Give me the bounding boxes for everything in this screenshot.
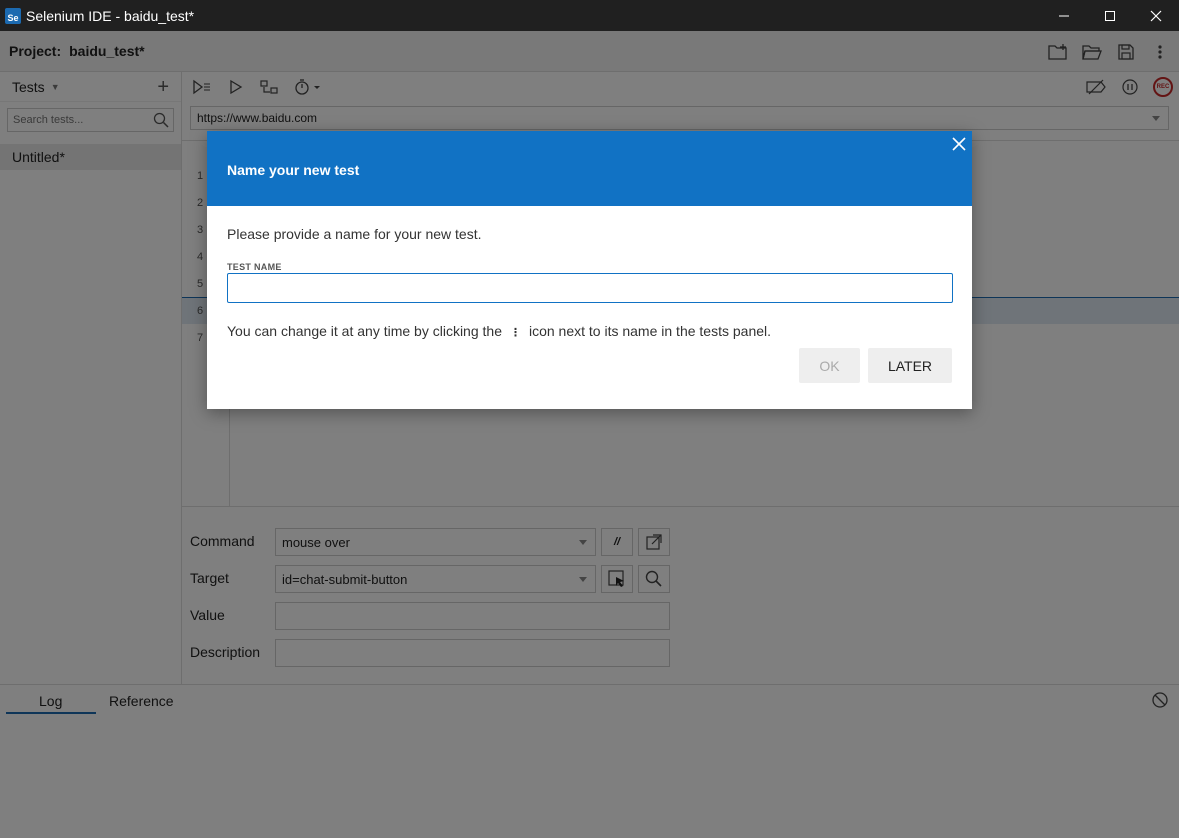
title-bar: Se Selenium IDE - baidu_test* xyxy=(0,0,1179,31)
test-name-label: TEST NAME xyxy=(227,262,282,272)
ok-button[interactable]: OK xyxy=(799,348,860,383)
dialog-prompt: Please provide a name for your new test. xyxy=(227,226,482,242)
dialog-body: Please provide a name for your new test.… xyxy=(207,206,972,409)
hint-text-before: You can change it at any time by clickin… xyxy=(227,323,502,339)
hint-text-after: icon next to its name in the tests panel… xyxy=(528,323,772,339)
minimize-icon xyxy=(1059,15,1069,16)
dialog-title: Name your new test xyxy=(227,162,360,178)
dialog-header: Name your new test xyxy=(207,131,972,206)
close-icon xyxy=(1150,10,1162,21)
close-window-button[interactable] xyxy=(1133,0,1179,31)
minimize-button[interactable] xyxy=(1041,0,1087,31)
later-button[interactable]: LATER xyxy=(868,348,952,383)
maximize-button[interactable] xyxy=(1087,0,1133,31)
window-title: Selenium IDE - baidu_test* xyxy=(26,7,195,24)
test-name-input[interactable] xyxy=(227,273,953,303)
new-test-dialog: Name your new test Please provide a name… xyxy=(207,131,972,409)
close-icon[interactable] xyxy=(951,136,967,152)
kebab-menu-icon: ⋮ xyxy=(509,327,521,339)
dialog-hint: You can change it at any time by clickin… xyxy=(227,323,953,339)
maximize-icon xyxy=(1105,10,1115,21)
selenium-app-icon: Se xyxy=(5,7,21,24)
